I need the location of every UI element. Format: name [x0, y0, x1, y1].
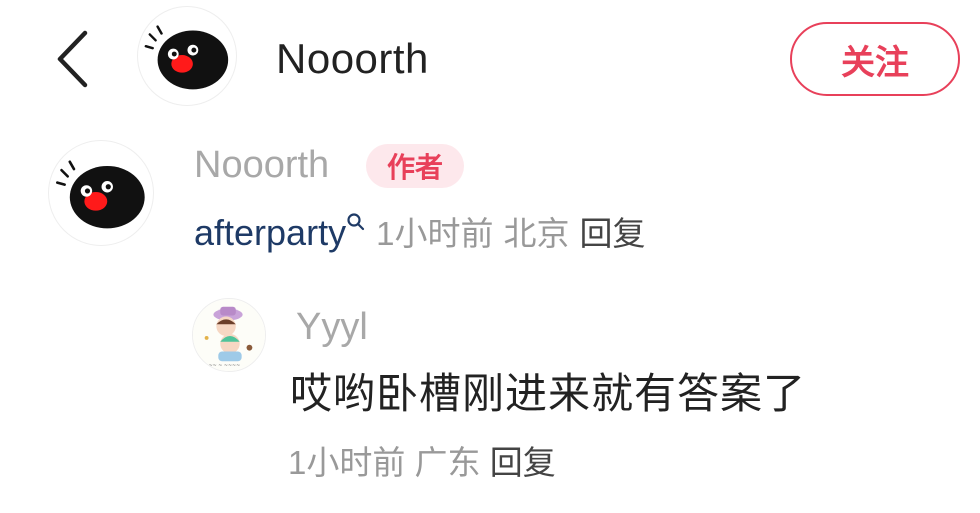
header-author-name[interactable]: Nooorth [276, 34, 429, 84]
reply-time: 1小时前 [288, 444, 406, 481]
reply-button[interactable]: 回复 [490, 444, 556, 481]
svg-text:~~ ~ ~~~~: ~~ ~ ~~~~ [209, 363, 241, 369]
reply-avatar[interactable]: ~~ ~ ~~~~ [192, 298, 266, 372]
author-badge: 作者 [366, 144, 464, 188]
comment-time: 1小时前 [376, 215, 494, 252]
author-avatar[interactable] [137, 6, 237, 106]
comment-username[interactable]: Nooorth [194, 142, 329, 188]
penguin-avatar-icon [144, 25, 229, 90]
search-icon[interactable] [346, 212, 366, 232]
penguin-avatar-icon [56, 160, 145, 229]
chevron-left-icon [57, 30, 88, 88]
reply-username[interactable]: Yyyl [296, 304, 368, 350]
reply-button[interactable]: 回复 [579, 215, 645, 252]
cartoon-avatar-icon: ~~ ~ ~~~~ [193, 299, 265, 371]
search-keyword-link[interactable]: afterparty [194, 212, 366, 253]
comment-body: afterparty 1小时前 北京 回复 [194, 210, 645, 257]
comment-text[interactable]: afterparty [194, 212, 346, 253]
reply-meta: 1小时前 广东 回复 [288, 440, 556, 486]
reply-text[interactable]: 哎哟卧槽刚进来就有答案了 [290, 368, 806, 420]
comment-avatar[interactable] [48, 140, 154, 246]
comment-location: 北京 [503, 215, 570, 252]
back-button[interactable] [52, 28, 92, 90]
follow-button[interactable]: 关注 [790, 22, 960, 96]
reply-location: 广东 [414, 444, 481, 481]
